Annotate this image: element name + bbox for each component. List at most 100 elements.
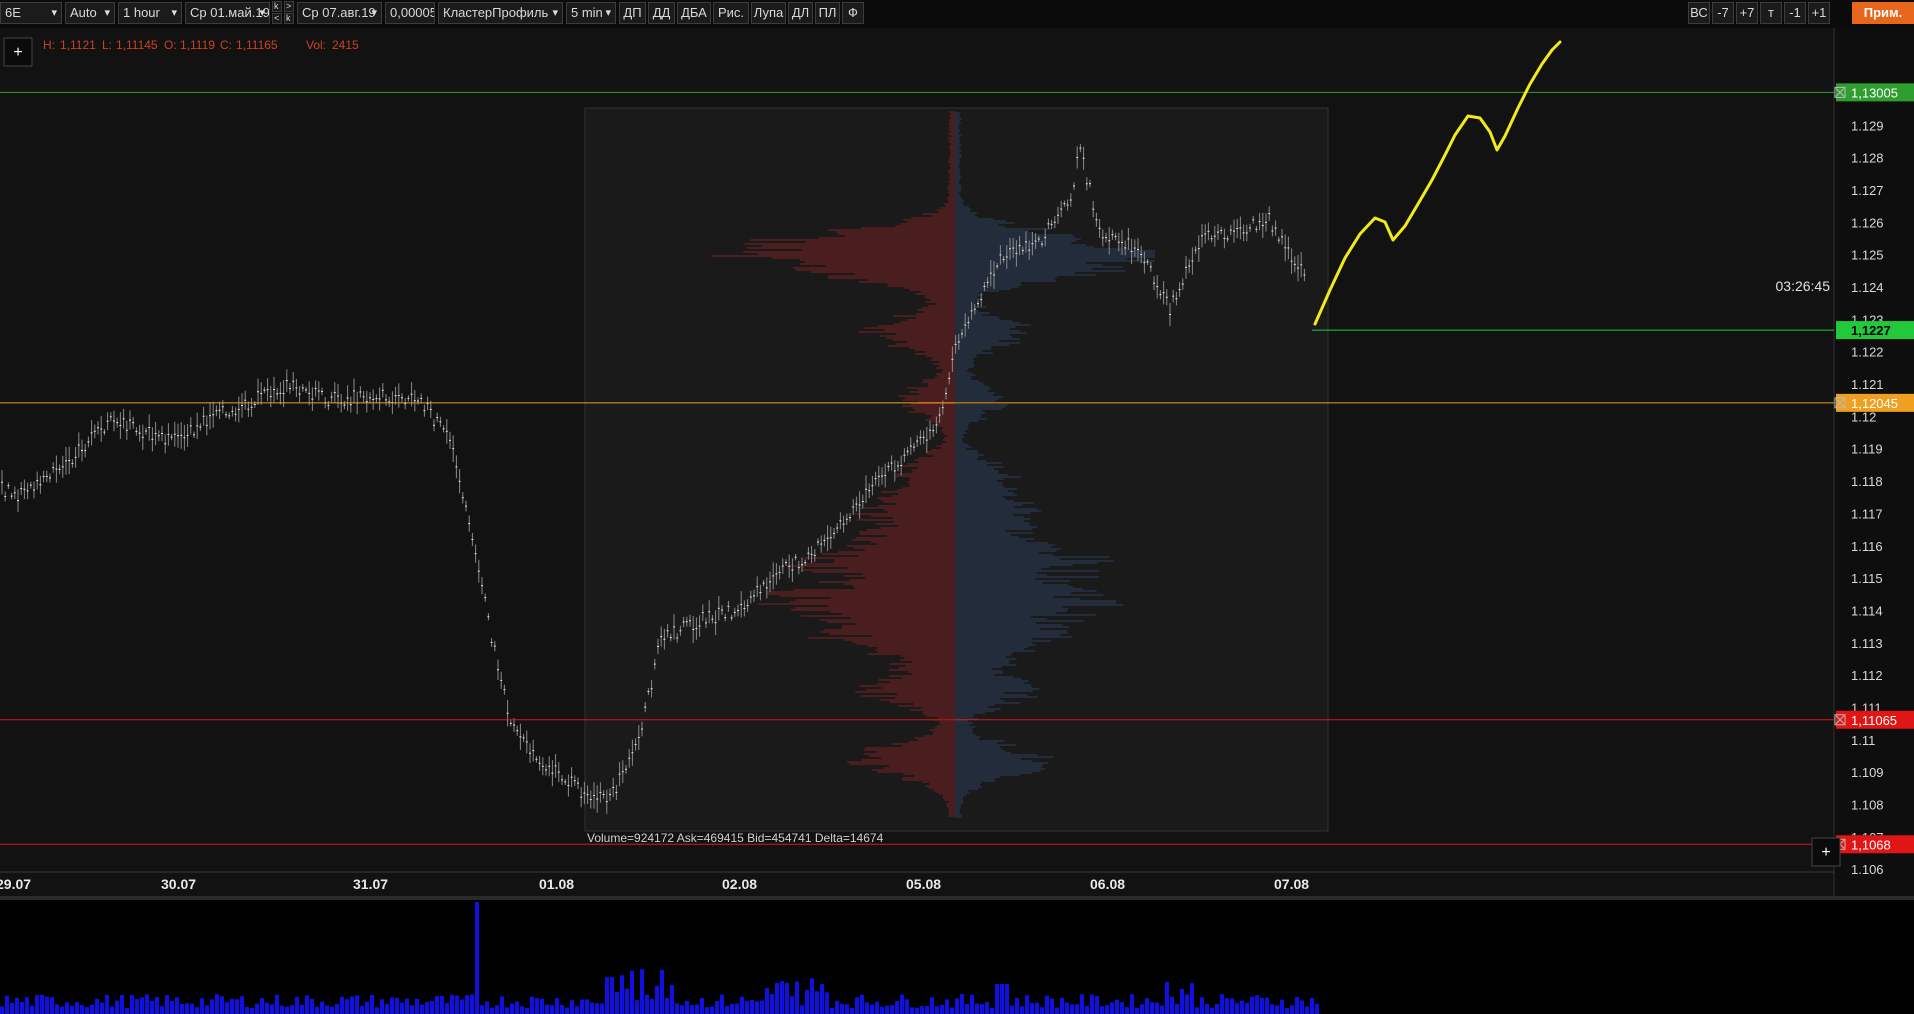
instrument-select[interactable]: 6E [0, 2, 62, 24]
pl-button[interactable]: ПЛ [815, 2, 840, 24]
volume-bar [230, 998, 234, 1014]
plus7-button[interactable]: +7 [1736, 2, 1758, 24]
ohlc-l-label: L: [102, 38, 112, 52]
indicator-select[interactable]: КластерПрофиль [438, 2, 563, 24]
draw-button[interactable]: Рис. [713, 2, 749, 24]
volume-bar [675, 1003, 679, 1014]
volume-bar [270, 1004, 274, 1014]
instrument-label: 6E [5, 5, 21, 20]
volume-bar [555, 998, 559, 1014]
volume-bar [1080, 994, 1084, 1014]
volume-bar [765, 988, 769, 1014]
timeframe-select[interactable]: 1 hour [118, 2, 182, 24]
volume-bar [1045, 995, 1049, 1014]
minus7-button[interactable]: -7 [1712, 2, 1734, 24]
volume-bar [1250, 996, 1254, 1014]
volume-bar [470, 994, 474, 1014]
toolbar: 6E Auto 1 hour Ср 01.май.19 k > < k Ср 0… [0, 0, 1914, 29]
plus1-button[interactable]: +1 [1808, 2, 1830, 24]
phi-label: Ф [848, 5, 858, 20]
volume-bar [110, 1006, 114, 1014]
volume-bar [900, 994, 904, 1014]
volume-bar [1170, 996, 1174, 1014]
dl-button[interactable]: ДЛ [788, 2, 813, 24]
notes-button[interactable]: Прим. [1852, 2, 1914, 24]
volume-bar [710, 1006, 714, 1014]
nav-prev-button[interactable]: < [272, 13, 282, 24]
volume-bar [1285, 1007, 1289, 1014]
volume-bar [500, 996, 504, 1014]
volume-bar [365, 1001, 369, 1014]
volume-bar [1095, 996, 1099, 1014]
volume-bar [795, 981, 799, 1014]
volume-bar [1230, 998, 1234, 1014]
time-tick-label: 06.08 [1090, 876, 1125, 892]
dp-button[interactable]: ДП [619, 2, 646, 24]
nav-prev-label: < [274, 13, 280, 23]
volume-bar [185, 1003, 189, 1014]
notes-label: Прим. [1863, 5, 1903, 20]
volume-bar [180, 1003, 184, 1014]
add-panel-button-top[interactable]: + [3, 37, 33, 67]
ohlc-info: H: 1,1121 L: 1,11145 O: 1,1119 C: 1,1116… [43, 38, 359, 52]
volume-bar [910, 1007, 914, 1014]
volume-bar [770, 994, 774, 1014]
panel-separator[interactable] [0, 896, 1914, 900]
volume-bar [780, 981, 784, 1014]
volume-bar [480, 1005, 484, 1014]
volume-bar [295, 997, 299, 1014]
ohlc-l-value: 1,11145 [116, 38, 158, 52]
timeframe-label: 1 hour [123, 5, 160, 20]
time-tick-label: 05.08 [906, 876, 941, 892]
minus1-button[interactable]: -1 [1784, 2, 1806, 24]
dd-button[interactable]: ДД [648, 2, 675, 24]
price-tick-label: 1.122 [1851, 345, 1884, 360]
level-price-text: 1,11065 [1851, 713, 1897, 728]
volume-bar [755, 1001, 759, 1014]
volume-bar [195, 1007, 199, 1014]
volume-bar [860, 994, 864, 1014]
ohlc-vol-value: 2415 [332, 38, 359, 52]
phi-button[interactable]: Ф [842, 2, 864, 24]
volume-bar [545, 1004, 549, 1014]
volume-bar [830, 1007, 834, 1014]
time-tick-label: 07.08 [1274, 876, 1309, 892]
level-price-text: 1,12045 [1851, 396, 1898, 411]
volume-bar [1245, 1003, 1249, 1014]
nav-k-up-button[interactable]: k [272, 1, 282, 12]
t-button[interactable]: т [1760, 2, 1782, 24]
date-from-picker[interactable]: Ср 01.май.19 [185, 2, 270, 24]
price-tick-label: 1.126 [1851, 215, 1884, 230]
volume-bar [1160, 1005, 1164, 1014]
dba-button[interactable]: ДБА [677, 2, 711, 24]
volume-bar [310, 998, 314, 1014]
volume-bar [1000, 984, 1004, 1014]
date-to-picker[interactable]: Ср 07.авг.19 [297, 2, 382, 24]
nav-next-button[interactable]: > [284, 1, 294, 12]
scale-mode-label: Auto [70, 5, 97, 20]
volume-bar [1295, 996, 1299, 1014]
volume-bar [715, 1000, 719, 1014]
volume-bar [880, 1006, 884, 1014]
volume-bar [760, 1000, 764, 1014]
volume-bar [145, 994, 149, 1014]
volume-bar [290, 1005, 294, 1014]
price-chart[interactable]: 1.1291.1281.1271.1261.1251.1241.1231.122… [0, 28, 1914, 1014]
volume-bar [740, 996, 744, 1014]
volume-bar [155, 997, 159, 1014]
volume-bar [55, 1004, 59, 1014]
nav-k-down-button[interactable]: k [284, 13, 294, 24]
profile-timeframe-select[interactable]: 5 min [566, 2, 616, 24]
price-tick-label: 1.108 [1851, 797, 1884, 812]
volume-bar [235, 999, 239, 1014]
volume-panel [0, 900, 1914, 1014]
volume-bar [930, 997, 934, 1014]
volume-bar [785, 982, 789, 1014]
magnifier-button[interactable]: Лупа [751, 2, 786, 24]
tick-size-input[interactable]: 0,00005 [385, 2, 435, 24]
scale-mode-select[interactable]: Auto [65, 2, 115, 24]
vs-button[interactable]: ВС [1688, 2, 1710, 24]
volume-bar [130, 995, 134, 1014]
volume-bar [1005, 984, 1009, 1014]
add-panel-button-bottom[interactable]: + [1811, 837, 1841, 867]
